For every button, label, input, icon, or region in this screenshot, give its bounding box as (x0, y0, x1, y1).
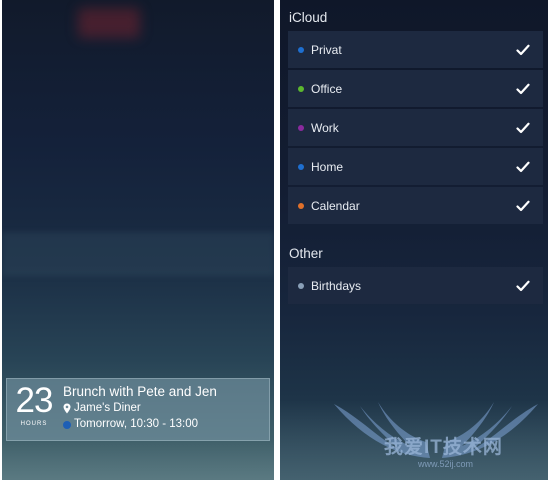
event-time: Tomorrow, 10:30 - 13:00 (63, 416, 265, 433)
event-title: Brunch with Pete and Jen (63, 384, 217, 399)
event-location-label: Jame's Diner (74, 402, 141, 414)
blurred-header (78, 8, 140, 38)
calendar-color-dot (298, 282, 304, 289)
checkmark-icon[interactable] (516, 83, 530, 95)
event-time-label: Tomorrow, 10:30 - 13:00 (74, 418, 199, 430)
checkmark-icon[interactable] (516, 122, 530, 134)
countdown-unit: HOURS (20, 421, 48, 427)
blurred-band (2, 232, 274, 276)
event-details: Brunch with Pete and Jen Jame's Diner To… (63, 384, 265, 433)
calendar-row-office[interactable]: Office (288, 70, 543, 107)
calendar-color-dot (298, 124, 304, 131)
watermark-text: 我爱IT技术网 (384, 437, 503, 458)
calendar-color-dot (298, 202, 304, 209)
event-screen: 23 HOURS Brunch with Pete and Jen Jame's… (2, 0, 274, 480)
calendar-row-work[interactable]: Work (288, 109, 543, 146)
section-title-other: Other (289, 246, 323, 261)
calendar-color-dot (298, 46, 304, 53)
countdown: 23 HOURS (9, 381, 59, 428)
calendar-color-dot (298, 85, 304, 92)
calendar-color-dot (298, 163, 304, 170)
location-pin-icon (63, 403, 71, 413)
calendar-row-privat[interactable]: Privat (288, 31, 543, 68)
bottom-glow (2, 440, 274, 480)
section-title-icloud: iCloud (289, 10, 328, 25)
countdown-value: 23 (15, 381, 54, 420)
checkmark-icon[interactable] (516, 200, 530, 212)
calendar-name: Birthdays (311, 278, 362, 293)
checkmark-icon[interactable] (516, 44, 530, 56)
calendar-color-dot (63, 420, 71, 429)
event-card[interactable]: 23 HOURS Brunch with Pete and Jen Jame's… (6, 378, 270, 441)
calendar-name: Privat (311, 42, 342, 57)
calendar-row-home[interactable]: Home (288, 148, 543, 185)
calendar-row-calendar[interactable]: Calendar (288, 187, 543, 224)
calendar-name: Home (311, 159, 344, 174)
event-location: Jame's Diner (63, 400, 265, 416)
watermark-url: www.52ij.com (418, 459, 474, 469)
checkmark-icon[interactable] (516, 280, 530, 292)
calendar-row-birthdays[interactable]: Birthdays (288, 267, 543, 304)
checkmark-icon[interactable] (516, 161, 530, 173)
calendar-name: Office (311, 81, 343, 96)
calendar-name: Calendar (311, 198, 360, 213)
calendar-name: Work (311, 120, 339, 135)
